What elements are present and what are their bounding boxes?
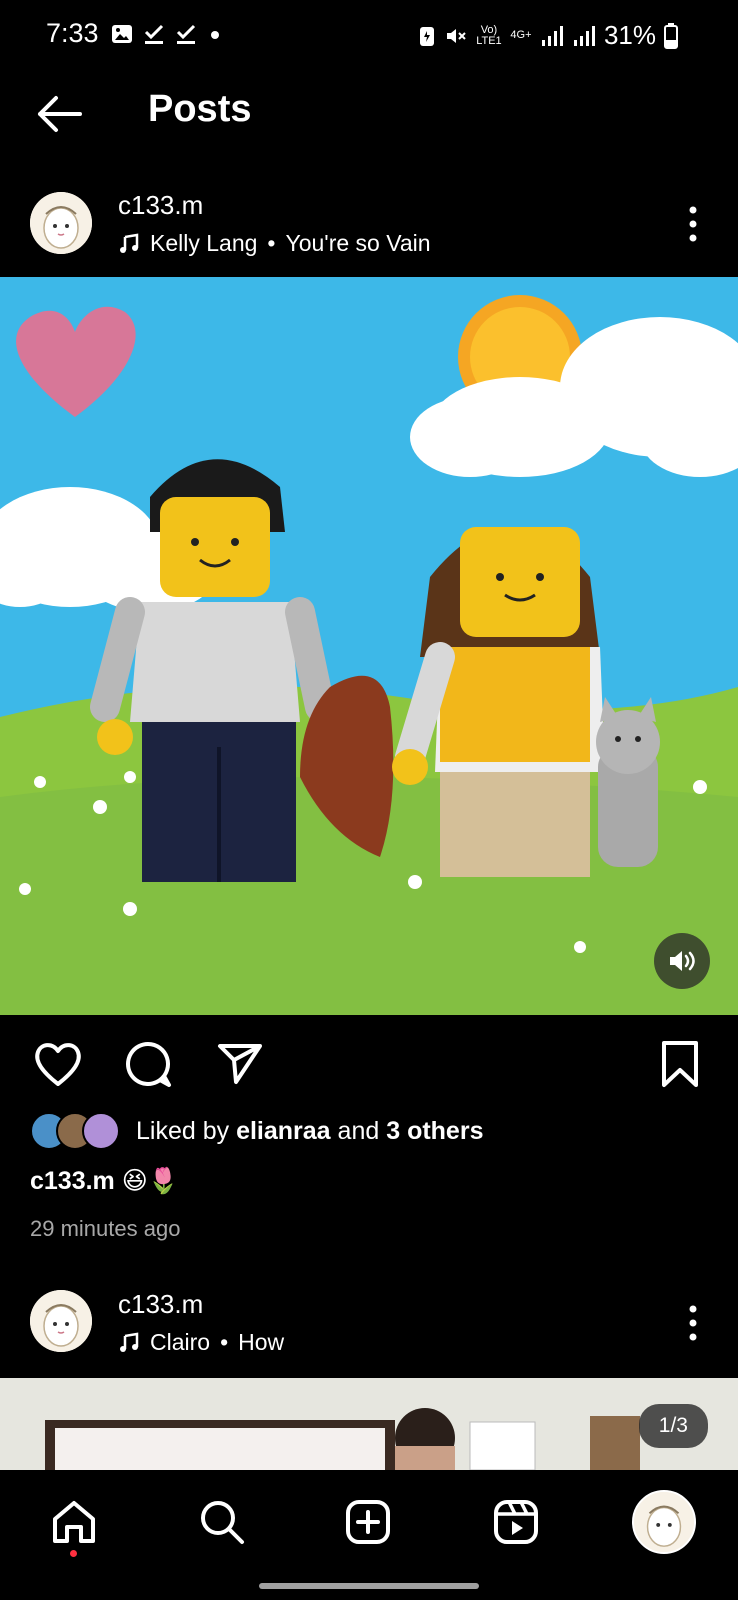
battery-icon	[664, 22, 678, 49]
more-options-icon[interactable]	[683, 1303, 703, 1343]
likes-user[interactable]: elianraa	[236, 1117, 331, 1145]
mute-icon	[446, 28, 466, 43]
page-title: Posts	[148, 88, 252, 130]
likes-others[interactable]: 3 others	[386, 1117, 483, 1145]
likes-and: and	[337, 1116, 380, 1145]
avatar-illustration	[30, 1290, 92, 1352]
music-separator: •	[267, 230, 276, 256]
status-notification-icons	[110, 22, 224, 46]
post-username[interactable]: c133.m	[118, 190, 203, 221]
nav-home[interactable]	[44, 1492, 104, 1552]
check-download-icon	[176, 24, 196, 44]
music-artist: Kelly Lang	[150, 230, 258, 256]
nav-reels[interactable]	[486, 1492, 546, 1552]
share-send-icon[interactable]	[214, 1038, 266, 1090]
nav-search[interactable]	[192, 1492, 252, 1552]
avatar-illustration	[634, 1492, 694, 1552]
music-artist: Clairo	[150, 1329, 211, 1355]
battery-saver-icon	[419, 26, 434, 46]
likes-summary[interactable]: Liked by elianraa and 3 others	[30, 1112, 483, 1150]
post-username[interactable]: c133.m	[118, 1289, 203, 1320]
check-download-icon	[144, 24, 164, 44]
sound-toggle-button[interactable]	[654, 933, 710, 989]
home-notification-dot	[70, 1550, 77, 1557]
music-note-icon	[120, 233, 139, 253]
volume-icon	[670, 951, 695, 971]
likes-prefix: Liked by	[136, 1116, 230, 1145]
battery-percent: 31%	[603, 20, 656, 50]
avatar-illustration	[30, 192, 92, 254]
liker-avatars	[30, 1112, 120, 1150]
music-song: You're so Vain	[285, 230, 431, 256]
post-image-illustration	[0, 277, 738, 1015]
post-image-preview	[0, 1378, 738, 1470]
bottom-navigation	[0, 1470, 738, 1600]
network-label: Vo) LTE1	[476, 23, 502, 47]
profile-avatar-icon	[632, 1490, 696, 1554]
nav-create[interactable]	[338, 1492, 398, 1552]
back-arrow-icon[interactable]	[34, 92, 84, 136]
post-caption: c133.m 😆🌷	[30, 1166, 179, 1196]
gesture-bar[interactable]	[259, 1583, 479, 1589]
post-media[interactable]	[0, 1378, 738, 1470]
plus-square-icon	[346, 1500, 390, 1544]
post-timestamp: 29 minutes ago	[30, 1216, 181, 1241]
signal-icon	[541, 25, 563, 46]
carousel-indicator: 1/3	[638, 1404, 708, 1448]
likes-text: Liked by elianraa and 3 others	[136, 1117, 483, 1146]
home-icon	[53, 1501, 95, 1543]
reels-icon	[494, 1500, 538, 1544]
network-type-label: 4G+	[510, 29, 532, 41]
music-separator: •	[220, 1329, 229, 1355]
save-bookmark-icon[interactable]	[654, 1038, 706, 1090]
post-media[interactable]	[0, 277, 738, 1015]
post-music-info[interactable]: Clairo • How	[118, 1329, 284, 1356]
status-bar: 7:33 Vo) LTE1 4G+ 31%	[0, 0, 738, 72]
liker-avatar	[82, 1112, 120, 1150]
caption-text: 😆🌷	[121, 1167, 179, 1195]
music-note-icon	[120, 1332, 139, 1352]
music-song: How	[238, 1329, 285, 1355]
post-avatar[interactable]	[30, 192, 92, 254]
status-time: 7:33	[46, 18, 99, 48]
search-icon	[201, 1501, 244, 1544]
signal-icon	[573, 25, 595, 46]
caption-username[interactable]: c133.m	[30, 1167, 115, 1195]
like-heart-icon[interactable]	[32, 1038, 84, 1090]
nav-profile[interactable]	[632, 1490, 696, 1554]
post-music-info[interactable]: Kelly Lang • You're so Vain	[118, 230, 431, 257]
more-options-icon[interactable]	[683, 204, 703, 244]
cat-figure	[596, 697, 660, 867]
comment-icon[interactable]	[122, 1038, 174, 1090]
gallery-icon	[112, 25, 132, 43]
post-avatar[interactable]	[30, 1290, 92, 1352]
dot-icon	[211, 31, 219, 39]
status-system-icons: Vo) LTE1 4G+ 31%	[418, 20, 678, 51]
